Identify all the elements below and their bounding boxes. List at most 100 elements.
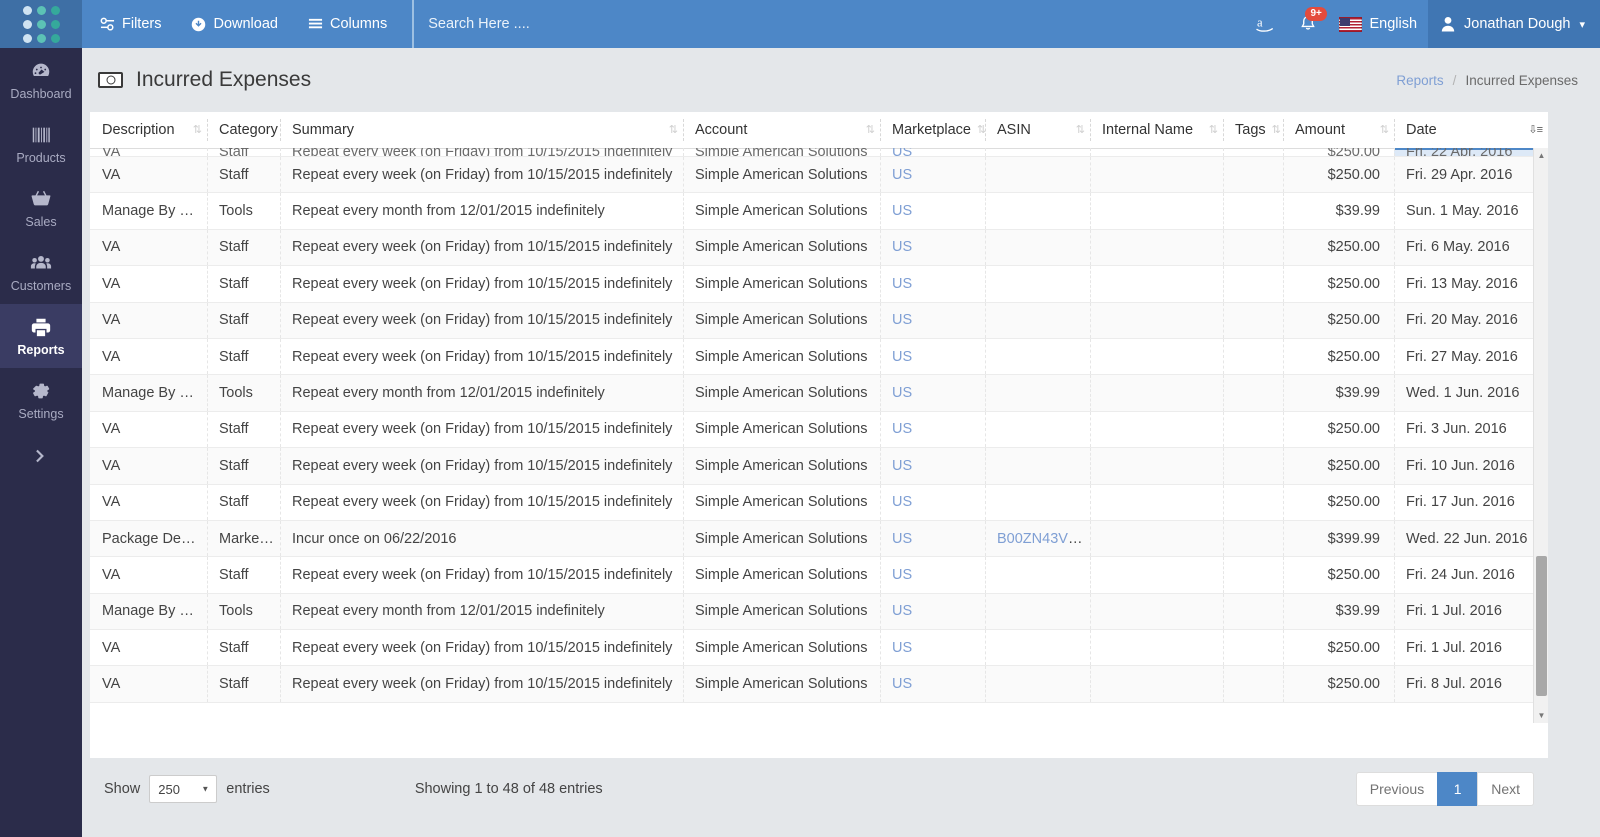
notifications-button[interactable]: 9+	[1288, 0, 1328, 48]
table-row[interactable]: VA Staff Repeat every week (on Friday) fro…	[90, 265, 1548, 303]
table-row[interactable]: VA Staff Repeat every week (on Friday) fro…	[90, 629, 1548, 667]
sidebar-expand-button[interactable]	[0, 432, 82, 484]
cell-marketplace[interactable]: US	[880, 411, 985, 449]
money-bill-icon	[98, 72, 123, 88]
table-row[interactable]: VA Staff Repeat every week (on Friday) fro…	[90, 229, 1548, 267]
table-row[interactable]: VA Staff Repeat every week (on Friday) fro…	[90, 665, 1548, 703]
cell-marketplace[interactable]: US	[880, 156, 985, 194]
marketplace-link[interactable]: US	[892, 494, 912, 510]
cell-marketplace[interactable]: US	[880, 520, 985, 558]
table-row[interactable]: VA Staff Repeat every week (on Friday) fro…	[90, 556, 1548, 594]
sidebar-item-customers[interactable]: Customers	[0, 240, 82, 304]
filters-button[interactable]: Filters	[82, 0, 176, 48]
columns-button[interactable]: Columns	[293, 0, 402, 48]
asin-link[interactable]: B00ZN43V51	[997, 531, 1084, 547]
cell-marketplace[interactable]: US	[880, 265, 985, 303]
cell-marketplace[interactable]: US	[880, 302, 985, 339]
language-selector[interactable]: English	[1328, 0, 1428, 48]
sidebar-item-products[interactable]: Products	[0, 112, 82, 176]
column-header-internal-name[interactable]: Internal Name ⇅	[1090, 112, 1223, 149]
column-header-account[interactable]: Account ⇅	[683, 112, 880, 149]
sidebar-item-settings[interactable]: Settings	[0, 368, 82, 432]
table-row[interactable]: VA Staff Repeat every week (on Friday) fro…	[90, 484, 1548, 521]
column-header-category[interactable]: Category⇅	[207, 112, 293, 149]
marketplace-link[interactable]: US	[892, 239, 912, 255]
cell-description: Manage By Stats	[90, 192, 207, 230]
table-row-partial[interactable]: VA Staff Repeat every week (on Friday) fro…	[90, 148, 1548, 157]
table-row[interactable]: Package Design Marketing Incur once on 06/…	[90, 520, 1548, 558]
cell-marketplace[interactable]: US	[880, 229, 985, 267]
cell-tags	[1223, 411, 1283, 449]
cell-category: Tools	[207, 593, 280, 631]
download-button[interactable]: Download	[176, 0, 293, 48]
marketplace-link[interactable]: US	[892, 349, 912, 365]
column-header-amount[interactable]: Amount ⇅	[1283, 112, 1394, 149]
cell-marketplace[interactable]: US	[880, 148, 985, 157]
scroll-down-arrow-icon[interactable]: ▼	[1534, 708, 1549, 723]
sidebar-item-label: Reports	[17, 342, 65, 357]
cell-tags	[1223, 148, 1283, 157]
column-header-date[interactable]: Date ⇩≡	[1394, 112, 1548, 149]
cell-amount: $250.00	[1283, 229, 1394, 267]
cell-summary: Repeat every week (on Friday) from 10/15…	[280, 665, 683, 703]
sidebar-item-sales[interactable]: Sales	[0, 176, 82, 240]
amazon-button[interactable]: a	[1244, 0, 1288, 48]
sidebar-item-reports[interactable]: Reports	[0, 304, 82, 368]
table-row[interactable]: VA Staff Repeat every week (on Friday) fro…	[90, 447, 1548, 485]
cell-description: Manage By Stats	[90, 593, 207, 631]
cell-marketplace[interactable]: US	[880, 484, 985, 521]
marketplace-link[interactable]: US	[892, 676, 912, 692]
pagination-page-1[interactable]: 1	[1437, 772, 1478, 806]
cell-marketplace[interactable]: US	[880, 665, 985, 703]
marketplace-link[interactable]: US	[892, 276, 912, 292]
search-input[interactable]	[428, 16, 1245, 32]
table-row[interactable]: Manage By Stats Tools Repeat every month f…	[90, 593, 1548, 631]
column-header-tags[interactable]: Tags ⇅	[1223, 112, 1283, 149]
cell-marketplace[interactable]: US	[880, 556, 985, 594]
table-row[interactable]: Manage By Stats Tools Repeat every month f…	[90, 192, 1548, 230]
cell-marketplace[interactable]: US	[880, 192, 985, 230]
cell-date: Fri. 20 May. 2016	[1394, 302, 1548, 339]
scrollbar-thumb[interactable]	[1536, 556, 1547, 696]
table-row[interactable]: Manage By Stats Tools Repeat every month f…	[90, 374, 1548, 412]
table-vertical-scrollbar[interactable]: ▲ ▼	[1533, 148, 1548, 723]
pagination-previous[interactable]: Previous	[1355, 772, 1438, 806]
entries-per-page-select[interactable]: 250 ▼	[149, 775, 218, 803]
marketplace-link[interactable]: US	[892, 531, 912, 547]
marketplace-link[interactable]: US	[892, 148, 912, 156]
cell-asin	[985, 148, 1090, 157]
sidebar-item-dashboard[interactable]: Dashboard	[0, 48, 82, 112]
marketplace-link[interactable]: US	[892, 640, 912, 656]
marketplace-link[interactable]: US	[892, 167, 912, 183]
table-row[interactable]: VA Staff Repeat every week (on Friday) fro…	[90, 338, 1548, 376]
column-header-description[interactable]: Description ⇅	[90, 112, 207, 149]
cell-marketplace[interactable]: US	[880, 447, 985, 485]
cell-marketplace[interactable]: US	[880, 374, 985, 412]
pagination-next[interactable]: Next	[1477, 772, 1534, 806]
marketplace-link[interactable]: US	[892, 385, 912, 401]
column-header-marketplace[interactable]: Marketplace ⇅	[880, 112, 986, 149]
cell-category: Staff	[207, 156, 280, 194]
marketplace-link[interactable]: US	[892, 458, 912, 474]
user-menu[interactable]: Jonathan Dough ▾	[1428, 0, 1600, 48]
breadcrumb-reports-link[interactable]: Reports	[1396, 73, 1443, 88]
cell-marketplace[interactable]: US	[880, 593, 985, 631]
table-row[interactable]: VA Staff Repeat every week (on Friday) fro…	[90, 411, 1548, 449]
marketplace-link[interactable]: US	[892, 567, 912, 583]
cell-marketplace[interactable]: US	[880, 629, 985, 667]
cell-marketplace[interactable]: US	[880, 338, 985, 376]
scroll-up-arrow-icon[interactable]: ▲	[1534, 148, 1549, 163]
table-row[interactable]: VA Staff Repeat every week (on Friday) fro…	[90, 156, 1548, 194]
cell-description: VA	[90, 302, 207, 339]
column-header-asin[interactable]: ASIN ⇅	[985, 112, 1090, 149]
cell-asin[interactable]: B00ZN43V51	[985, 520, 1090, 558]
column-label: ASIN	[997, 121, 1031, 138]
column-header-summary[interactable]: Summary ⇅	[280, 112, 683, 149]
marketplace-link[interactable]: US	[892, 603, 912, 619]
marketplace-link[interactable]: US	[892, 203, 912, 219]
marketplace-link[interactable]: US	[892, 312, 912, 328]
app-logo[interactable]	[0, 0, 82, 48]
cell-date: Fri. 24 Jun. 2016	[1394, 556, 1548, 594]
marketplace-link[interactable]: US	[892, 421, 912, 437]
table-row[interactable]: VA Staff Repeat every week (on Friday) fro…	[90, 302, 1548, 339]
